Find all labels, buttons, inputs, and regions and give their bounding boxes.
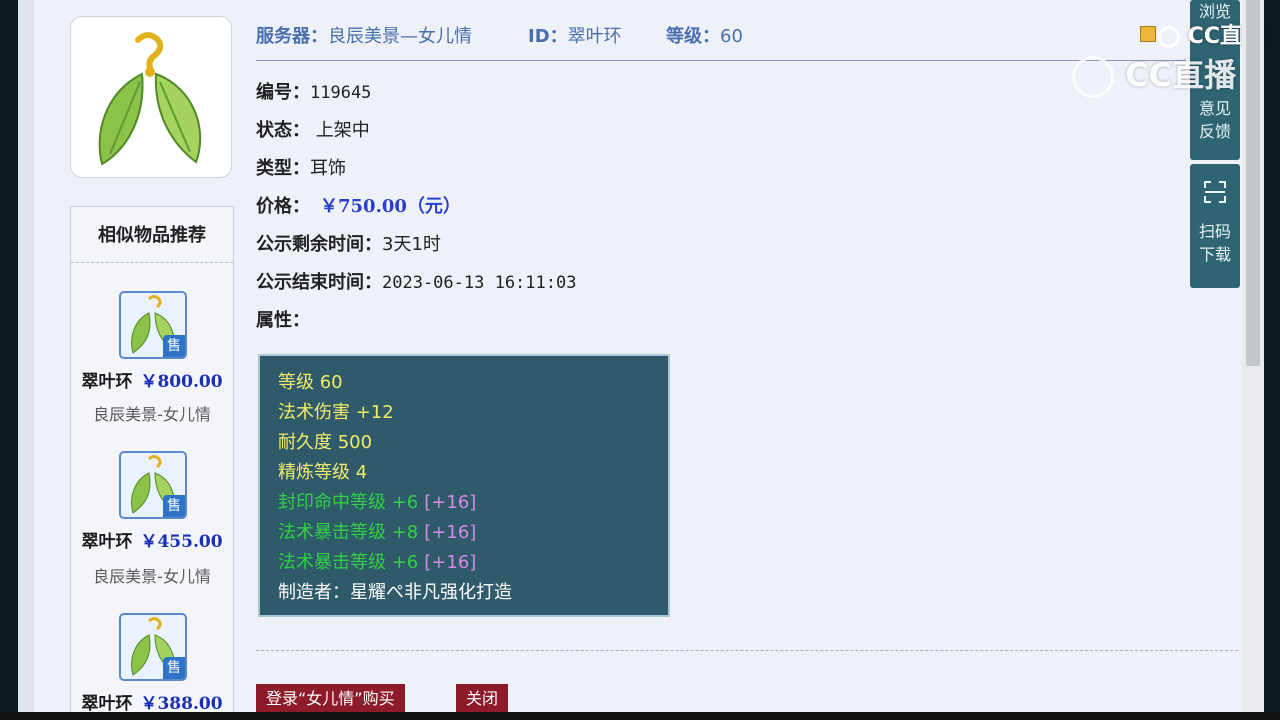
- attr-seal-hit-bonus: [+16]: [424, 492, 477, 513]
- broken-image-icon: [1140, 26, 1156, 42]
- attr-maker: 制造者：星耀ぺ非凡强化打造: [278, 582, 512, 603]
- type-label: 类型：: [256, 158, 310, 179]
- remaining-time-row: 公示剩余时间：3天1时: [256, 230, 441, 256]
- type-row: 类型：耳饰: [256, 154, 346, 180]
- scan-label-2: 下载: [1198, 245, 1231, 264]
- remaining-time-value: 3天1时: [382, 234, 441, 255]
- server-label: 服务器：: [256, 26, 328, 47]
- cc-logo-icon: [1072, 56, 1114, 98]
- bottom-bar: [0, 712, 1280, 720]
- cc-logo-icon: [1158, 26, 1180, 48]
- attr-crit-1-bonus: [+16]: [424, 522, 477, 543]
- status-value: 上架中: [315, 120, 370, 141]
- number-row: 编号：119645: [256, 78, 371, 104]
- close-button[interactable]: 关闭: [456, 684, 509, 714]
- scrollbar-thumb[interactable]: [1246, 0, 1260, 366]
- sale-badge: 售: [163, 335, 185, 357]
- attr-seal-hit-text: 封印命中等级 +6: [278, 492, 419, 513]
- attr-seal-hit: 封印命中等级 +6 [+16]: [278, 490, 668, 520]
- similar-item-thumbnail[interactable]: 售: [119, 451, 187, 519]
- attr-level: 等级 60: [278, 372, 343, 393]
- similar-item-price: ￥800.00: [140, 372, 223, 392]
- attr-crit-2-bonus: [+16]: [424, 552, 477, 573]
- status-row: 状态： 上架中: [256, 116, 370, 142]
- attr-crit-1-text: 法术暴击等级 +8: [278, 522, 419, 543]
- remaining-time-label: 公示剩余时间：: [256, 234, 382, 255]
- end-time-value: 2023-06-13 16:11:03: [382, 273, 577, 293]
- attr-magic-damage: 法术伤害 +12: [278, 402, 394, 423]
- sale-badge: 售: [163, 495, 185, 517]
- attr-refine: 精炼等级 4: [278, 462, 368, 483]
- price-label: 价格：: [256, 196, 310, 217]
- level-info: 等级：60: [666, 22, 743, 48]
- similar-items-title: 相似物品推荐: [71, 207, 233, 263]
- id-value: 翠叶环: [567, 26, 622, 47]
- feedback-label-1: 意见: [1198, 99, 1231, 118]
- level-value: 60: [720, 26, 743, 47]
- item-image: [70, 16, 232, 178]
- price-row: 价格： ￥750.00（元）: [256, 192, 461, 218]
- earring-icon: [98, 32, 202, 166]
- server-info: 服务器：良辰美景—女儿情: [256, 22, 472, 48]
- similar-item-server: 良辰美景-女儿情: [93, 405, 211, 424]
- similar-item-name-price[interactable]: 翠叶环 ￥800.00: [71, 367, 233, 392]
- level-label: 等级：: [666, 26, 720, 47]
- similar-item-price: ￥455.00: [140, 532, 223, 552]
- end-time-label: 公示结束时间：: [256, 272, 382, 293]
- price-value: ￥750.00（元）: [320, 196, 461, 217]
- attr-crit-2-text: 法术暴击等级 +6: [278, 552, 419, 573]
- scan-label-1: 扫码: [1198, 222, 1231, 241]
- similar-item-thumbnail[interactable]: 售: [119, 613, 187, 681]
- attr-crit-2: 法术暴击等级 +6 [+16]: [278, 550, 668, 580]
- id-info: ID：翠叶环: [528, 22, 622, 48]
- similar-item-name: 翠叶环: [81, 532, 133, 552]
- attr-crit-1: 法术暴击等级 +8 [+16]: [278, 520, 668, 550]
- similar-item-name: 翠叶环: [81, 372, 133, 392]
- attributes-row: 属性：: [256, 306, 310, 332]
- number-label: 编号：: [256, 82, 310, 103]
- status-label: 状态：: [256, 120, 310, 141]
- attr-durability: 耐久度 500: [278, 432, 373, 453]
- similar-item-server: 良辰美景-女儿情: [93, 567, 211, 586]
- attributes-box: 等级 60 法术伤害 +12 耐久度 500 精炼等级 4 封印命中等级 +6[…: [258, 354, 670, 617]
- end-time-row: 公示结束时间：2023-06-13 16:11:03: [256, 268, 576, 294]
- attributes-label: 属性：: [256, 310, 310, 331]
- scan-icon: [1190, 164, 1240, 220]
- id-label: ID：: [528, 26, 568, 47]
- login-buy-button[interactable]: 登录“女儿情”购买: [256, 684, 405, 714]
- similar-item-name-price[interactable]: 翠叶环 ￥388.00: [71, 689, 233, 714]
- type-value: 耳饰: [310, 158, 346, 179]
- similar-item-price: ￥388.00: [140, 694, 223, 714]
- section-divider: [256, 650, 1238, 651]
- similar-items-panel: 相似物品推荐 售 翠叶环 ￥800.00 良辰美景-女儿情 售 翠叶环 ￥455.0…: [70, 206, 234, 716]
- watermark-large-text: CC直播: [1125, 56, 1237, 94]
- watermark-large: CC直播: [1072, 50, 1236, 98]
- similar-item-name: 翠叶环: [81, 694, 133, 714]
- number-value: 119645: [310, 83, 372, 103]
- sale-badge: 售: [163, 657, 185, 679]
- feedback-label-2: 反馈: [1198, 122, 1231, 141]
- similar-item-thumbnail[interactable]: 售: [119, 291, 187, 359]
- vertical-scrollbar[interactable]: [1242, 0, 1264, 712]
- similar-item-name-price[interactable]: 翠叶环 ￥455.00: [71, 527, 233, 552]
- scan-download-panel[interactable]: 扫码 下载: [1190, 164, 1240, 288]
- server-value: 良辰美景—女儿情: [328, 26, 472, 47]
